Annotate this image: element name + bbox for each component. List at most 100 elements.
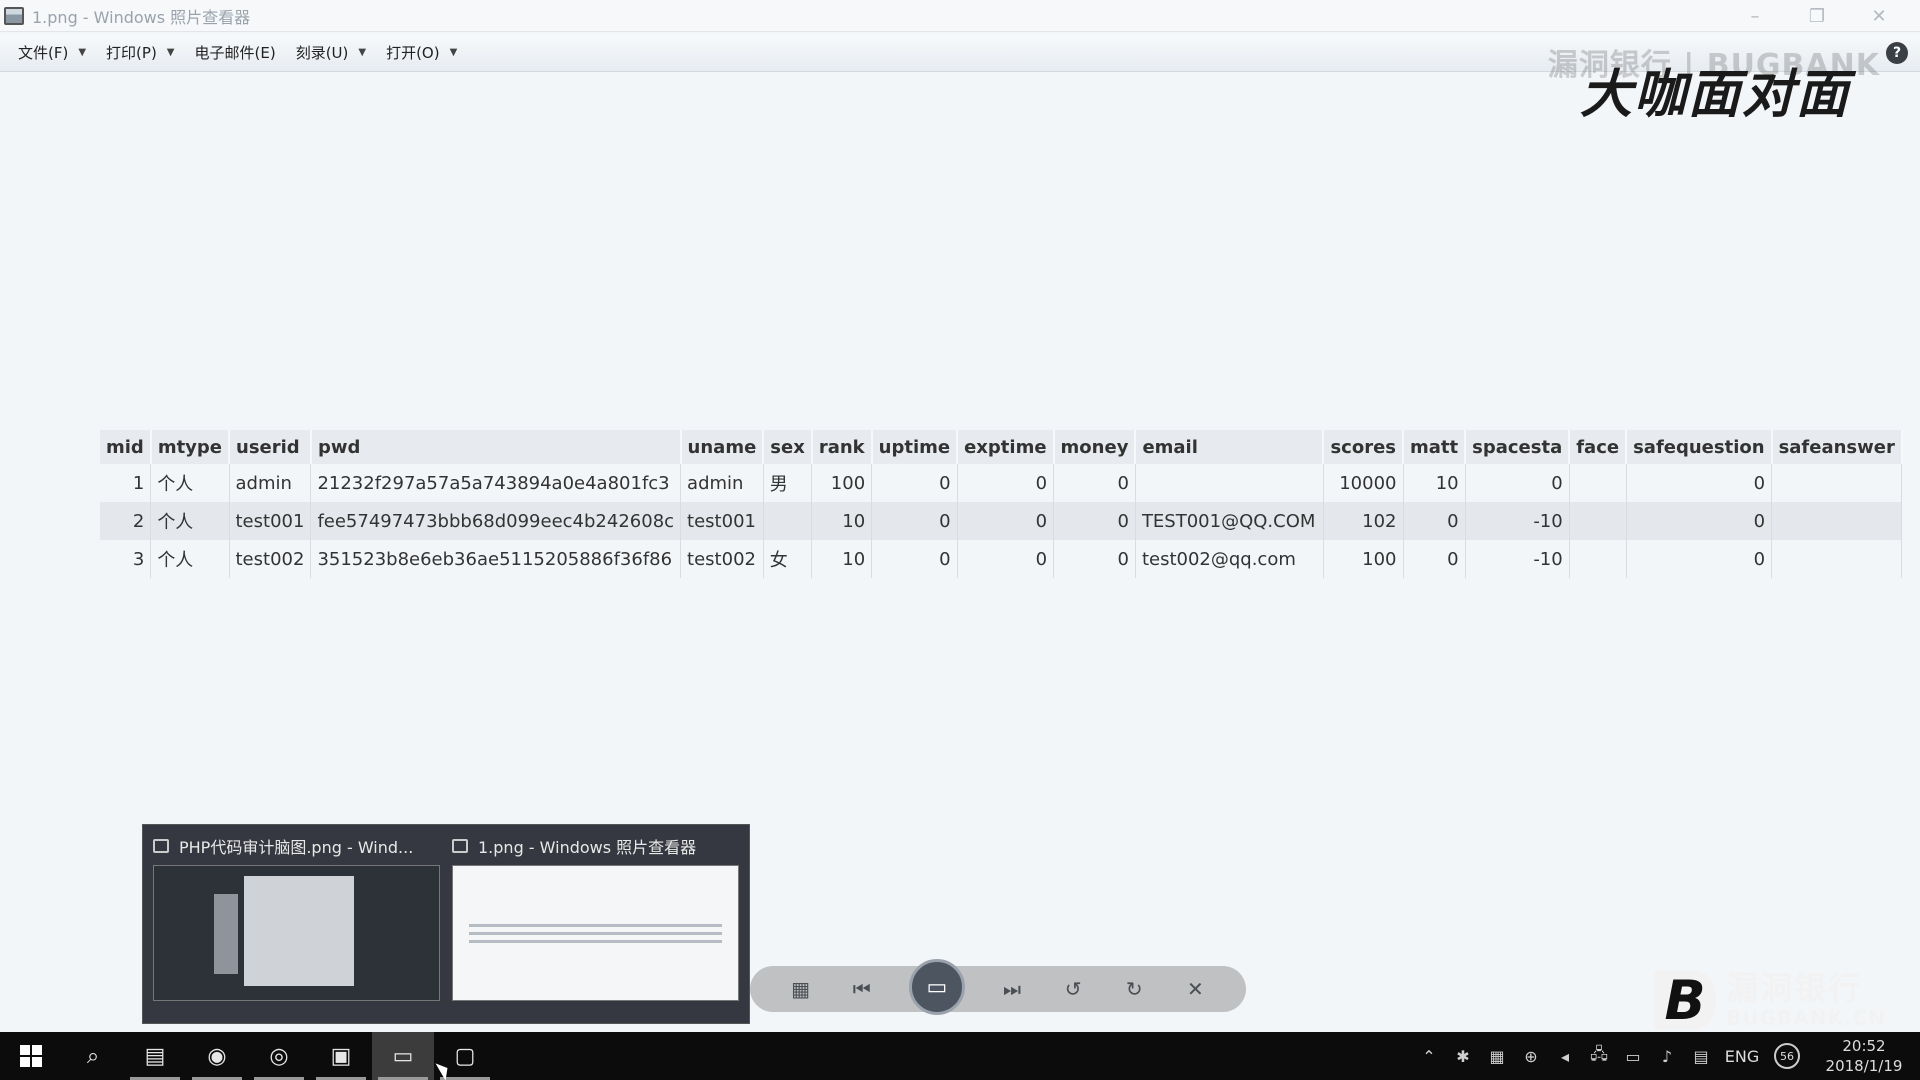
photo-viewer-icon <box>153 839 169 853</box>
bugbank-text: 漏洞银行 BUGBANK.CN <box>1726 970 1886 1030</box>
table-cell: 0 <box>1053 464 1136 502</box>
table-cell: 0 <box>1626 502 1773 540</box>
table-cell: 0 <box>1626 464 1773 502</box>
delete-icon[interactable]: ✕ <box>1181 977 1209 1001</box>
maximize-button[interactable]: ❐ <box>1786 0 1848 32</box>
battery-icon[interactable]: ▭ <box>1616 1047 1650 1066</box>
taskbar-chrome[interactable]: ◎ <box>248 1032 310 1080</box>
next-icon[interactable]: ⏭ <box>998 977 1026 1001</box>
taskbar-photo-viewer[interactable]: ▭ <box>372 1032 434 1080</box>
column-header: face <box>1569 430 1628 464</box>
thumbnail-preview <box>153 865 440 1001</box>
help-icon[interactable]: ? <box>1886 42 1908 64</box>
column-header: email <box>1135 430 1325 464</box>
table-cell <box>1771 464 1903 502</box>
menu-open[interactable]: 打开(O) ▼ <box>376 38 467 68</box>
system-tray: ⌃ ✱ ▦ ⊕ ◂ 🖧 ▭ ♪ ▤ ENG 56 20:52 2018/1/19 <box>1412 1032 1920 1080</box>
gallery-icon[interactable]: ▦ <box>787 977 815 1001</box>
table-cell: test001 <box>680 502 764 540</box>
table-cell: 3 <box>100 540 152 578</box>
table-cell <box>1135 464 1324 502</box>
table-cell: 10 <box>811 502 873 540</box>
app-tray-icon[interactable]: ▦ <box>1480 1047 1514 1066</box>
chevron-down-icon: ▼ <box>358 47 367 58</box>
thumbnail-window-2[interactable]: 1.png - Windows 照片查看器 <box>452 833 739 1015</box>
window-controls: – ❐ ✕ <box>1724 0 1910 32</box>
table-cell: fee57497473bbb68d099eec4b242608c <box>310 502 682 540</box>
column-header: pwd <box>310 430 682 464</box>
table-row: 3 个人 test002 351523b8e6eb36ae5115205886f… <box>100 540 1903 578</box>
rotate-right-icon[interactable]: ↻ <box>1120 977 1148 1001</box>
table-cell <box>763 502 813 540</box>
column-header: safeanswer <box>1771 430 1903 464</box>
taskbar-firefox[interactable]: ◉ <box>186 1032 248 1080</box>
folder-icon: ▤ <box>144 1043 166 1069</box>
rotate-left-icon[interactable]: ↺ <box>1059 977 1087 1001</box>
table-row: 2 个人 test001 fee57497473bbb68d099eec4b24… <box>100 502 1903 540</box>
close-button[interactable]: ✕ <box>1848 0 1910 32</box>
table-cell: -10 <box>1465 502 1570 540</box>
clock-date: 2018/1/19 <box>1825 1057 1903 1075</box>
table-cell: 个人 <box>150 502 230 540</box>
chevron-down-icon: ▼ <box>449 47 458 58</box>
start-button[interactable] <box>0 1032 62 1080</box>
menu-burn[interactable]: 刻录(U) ▼ <box>286 38 376 68</box>
network-icon[interactable]: 🖧 <box>1582 1043 1616 1070</box>
viewer-toolbar: ▦ ⏮ ▭ ⏭ ↺ ↻ ✕ <box>750 959 1246 1015</box>
taskbar-thumbnail-popup: PHP代码审计脑图.png - Wind... 1.png - Windows … <box>142 824 750 1024</box>
thumbnail-title-text: PHP代码审计脑图.png - Wind... <box>179 838 414 857</box>
menu-print[interactable]: 打印(P) ▼ <box>96 38 184 68</box>
column-header: matt <box>1403 430 1467 464</box>
action-center-icon[interactable]: ▤ <box>1684 1047 1718 1066</box>
column-header: exptime <box>957 430 1055 464</box>
thumbnail-preview <box>452 865 739 1001</box>
column-header: sex <box>763 430 813 464</box>
column-header: money <box>1053 430 1137 464</box>
table-cell: 10 <box>811 540 873 578</box>
column-header: spacesta <box>1465 430 1571 464</box>
chevron-down-icon: ▼ <box>78 47 87 58</box>
menu-file[interactable]: 文件(F) ▼ <box>8 38 96 68</box>
table-cell <box>1771 540 1903 578</box>
search-button[interactable]: ⌕ <box>62 1032 124 1080</box>
volume-icon[interactable]: ♪ <box>1650 1047 1684 1066</box>
chevron-up-icon[interactable]: ⌃ <box>1412 1047 1446 1066</box>
table-header-row: mid mtype userid pwd uname sex rank upti… <box>100 430 1903 464</box>
preview-content <box>214 894 238 974</box>
taskbar-file-explorer[interactable]: ▤ <box>124 1032 186 1080</box>
taskbar-notes[interactable]: ▣ <box>310 1032 372 1080</box>
chrome-icon: ◎ <box>269 1043 289 1069</box>
table-cell: 0 <box>1626 540 1773 578</box>
slideshow-icon[interactable]: ▭ <box>908 959 965 1015</box>
column-header: userid <box>229 430 312 464</box>
table-cell: admin <box>229 464 312 502</box>
bugbank-en: BUGBANK.CN <box>1726 1006 1886 1030</box>
previous-icon[interactable]: ⏮ <box>848 977 876 1001</box>
bugbank-logo: B 漏洞银行 BUGBANK.CN <box>1654 969 1886 1032</box>
windows-icon <box>20 1045 42 1067</box>
table-cell: TEST001@QQ.COM <box>1135 502 1324 540</box>
menu-email[interactable]: 电子邮件(E) <box>185 38 286 68</box>
sync-icon[interactable]: ⊕ <box>1514 1047 1548 1066</box>
table-cell: 351523b8e6eb36ae5115205886f36f86 <box>310 540 682 578</box>
minimize-button[interactable]: – <box>1724 0 1786 32</box>
table-cell: 男 <box>763 464 813 502</box>
column-header: uname <box>680 430 765 464</box>
table-cell <box>1569 502 1627 540</box>
table-cell: 0 <box>871 540 958 578</box>
table-row: 1 个人 admin 21232f297a57a5a743894a0e4a801… <box>100 464 1903 502</box>
table-cell: 100 <box>811 464 873 502</box>
clock-time: 20:52 <box>1842 1037 1886 1055</box>
table-cell: 0 <box>871 464 958 502</box>
language-indicator[interactable]: ENG <box>1718 1047 1766 1066</box>
settings-icon[interactable]: ✱ <box>1446 1047 1480 1066</box>
thumbnail-title-text: 1.png - Windows 照片查看器 <box>478 838 697 857</box>
notification-badge[interactable]: 56 <box>1774 1043 1800 1069</box>
table-cell: admin <box>680 464 764 502</box>
back-icon[interactable]: ◂ <box>1548 1047 1582 1066</box>
preview-content <box>244 876 354 986</box>
table-cell: 100 <box>1323 540 1404 578</box>
table-cell: 0 <box>871 502 958 540</box>
thumbnail-window-1[interactable]: PHP代码审计脑图.png - Wind... <box>153 833 440 1015</box>
clock[interactable]: 20:52 2018/1/19 <box>1808 1036 1920 1076</box>
